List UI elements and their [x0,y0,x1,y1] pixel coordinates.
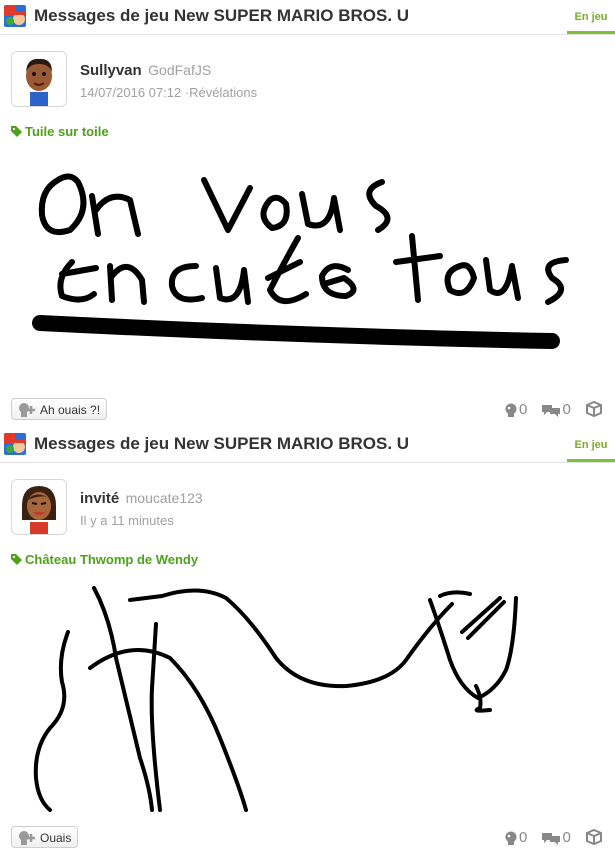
post-meta: 14/07/2016 07:12 ·Révélations [80,85,257,100]
tag-icon [11,554,22,565]
user-id: GodFafJS [148,62,212,78]
yeah-button[interactable]: Ah ouais ?! [11,398,108,420]
mario-game-icon[interactable] [4,433,26,455]
post-date[interactable]: 14/07/2016 07:12 [80,85,181,100]
post-card: Messages de jeu New SUPER MARIO BROS. U … [0,428,615,856]
community-bar: Messages de jeu New SUPER MARIO BROS. U … [0,0,615,35]
yeah-count: 0 [504,829,527,846]
yeah-button[interactable]: Ouais [11,826,79,848]
yeah-label: Ah ouais ?! [40,403,101,417]
tag-line[interactable]: Château Thwomp de Wendy [11,552,198,567]
yeah-label: Ouais [40,831,72,845]
user-name[interactable]: invité [80,490,119,507]
post-topic: Révélations [189,85,258,100]
post-date[interactable]: Il y a 11 minutes [80,513,174,528]
yeah-count: 0 [504,401,527,418]
post-counters: 0 0 [494,828,604,846]
user-line: invité moucate123 [80,490,203,508]
community-title[interactable]: Messages de jeu New SUPER MARIO BROS. U [34,434,409,454]
meta-separator: · [181,85,190,100]
tag-label: Château Thwomp de Wendy [25,552,199,567]
tag-line[interactable]: Tuile sur toile [11,124,109,139]
comment-count-icon [542,405,561,417]
handwritten-drawing [33,586,518,812]
comment-count-icon [542,833,561,845]
cube-icon[interactable] [585,828,604,846]
comment-count: 0 [541,829,571,846]
handwritten-drawing [32,173,569,349]
mario-game-icon[interactable] [4,5,26,27]
yeah-count-icon [505,403,517,417]
post-counters: 0 0 [494,400,604,418]
user-id: moucate123 [125,490,203,506]
tab-in-game[interactable]: En jeu [567,0,615,34]
community-bar: Messages de jeu New SUPER MARIO BROS. U … [0,428,615,463]
community-title[interactable]: Messages de jeu New SUPER MARIO BROS. U [34,6,409,26]
avatar[interactable] [11,51,67,107]
user-line: Sullyvan GodFafJS [80,62,211,80]
cube-icon[interactable] [585,400,604,418]
empathy-icon [19,831,35,845]
avatar[interactable] [11,479,67,535]
empathy-icon [19,403,35,417]
tab-in-game[interactable]: En jeu [567,428,615,462]
post-meta: Il y a 11 minutes [80,513,174,528]
user-name[interactable]: Sullyvan [80,62,142,79]
tag-icon [11,126,22,137]
post-card: Messages de jeu New SUPER MARIO BROS. U … [0,0,615,428]
comment-count: 0 [541,401,571,418]
yeah-count-icon [505,831,517,845]
tag-label: Tuile sur toile [25,124,109,139]
